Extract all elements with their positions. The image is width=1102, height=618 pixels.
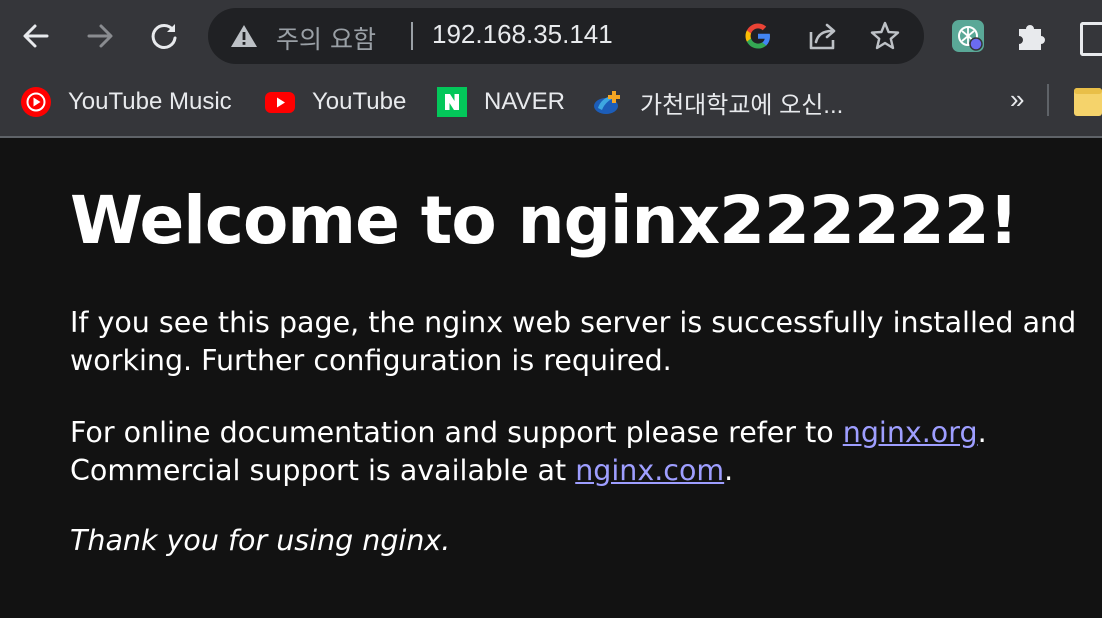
address-bar[interactable]: 주의 요함 192.168.35.141: [208, 8, 924, 64]
bookmarks-overflow-button[interactable]: »: [1010, 84, 1024, 115]
bookmark-youtube[interactable]: YouTube: [264, 82, 406, 122]
youtube-icon: [265, 92, 295, 113]
page-title: Welcome to nginx222222!: [70, 182, 1019, 259]
reload-button[interactable]: [142, 14, 186, 58]
bookmarks-divider: [1047, 84, 1049, 116]
chatgpt-extension-icon[interactable]: [951, 19, 985, 53]
intro-line-2: working. Further configuration is requir…: [70, 344, 672, 377]
folder-icon[interactable]: [1074, 86, 1102, 116]
nginx-org-link[interactable]: nginx.org: [843, 416, 978, 449]
arrow-right-icon: [87, 24, 113, 48]
puzzle-icon[interactable]: [1014, 19, 1048, 53]
support-text: For online documentation and support ple…: [70, 416, 843, 449]
page-content: Welcome to nginx222222! If you see this …: [0, 138, 1102, 618]
url-text[interactable]: 192.168.35.141: [432, 19, 613, 50]
bookmark-label: YouTube: [312, 88, 407, 115]
share-icon[interactable]: [806, 20, 840, 52]
youtube-music-icon: [21, 87, 51, 117]
period: .: [724, 454, 734, 487]
nginx-com-link[interactable]: nginx.com: [575, 454, 724, 487]
security-status-label[interactable]: 주의 요함: [276, 20, 376, 56]
gachon-icon: [594, 91, 620, 114]
naver-icon: [437, 87, 467, 117]
commercial-support-text: Commercial support is available at: [70, 454, 576, 487]
star-icon[interactable]: [869, 20, 901, 52]
period: .: [977, 416, 987, 449]
thanks-text: Thank you for using nginx.: [70, 524, 451, 557]
warning-triangle-icon[interactable]: [230, 23, 258, 49]
support-paragraph: For online documentation and support ple…: [70, 414, 1102, 490]
google-icon[interactable]: [742, 20, 774, 52]
bookmark-gachon[interactable]: 가천대학교에 오신...: [592, 82, 843, 122]
arrow-left-icon: [23, 24, 49, 48]
bookmark-label: 가천대학교에 오신...: [640, 91, 844, 119]
intro-line-1: If you see this page, the nginx web serv…: [70, 306, 1077, 339]
bookmark-naver[interactable]: NAVER: [436, 82, 565, 122]
bookmark-label: NAVER: [484, 88, 565, 115]
reload-icon: [151, 23, 177, 49]
profile-button[interactable]: [1080, 22, 1102, 56]
back-button[interactable]: [14, 14, 58, 58]
forward-button[interactable]: [78, 14, 122, 58]
bookmarks-bar: YouTube Music YouTube NAVER 가천대학교에 오신...…: [0, 72, 1102, 138]
bookmark-label: YouTube Music: [68, 88, 232, 115]
browser-toolbar: 주의 요함 192.168.35.141: [0, 0, 1102, 72]
bookmark-youtube-music[interactable]: YouTube Music: [20, 82, 232, 122]
intro-paragraph: If you see this page, the nginx web serv…: [70, 304, 1102, 380]
omnibox-divider: [411, 22, 413, 50]
